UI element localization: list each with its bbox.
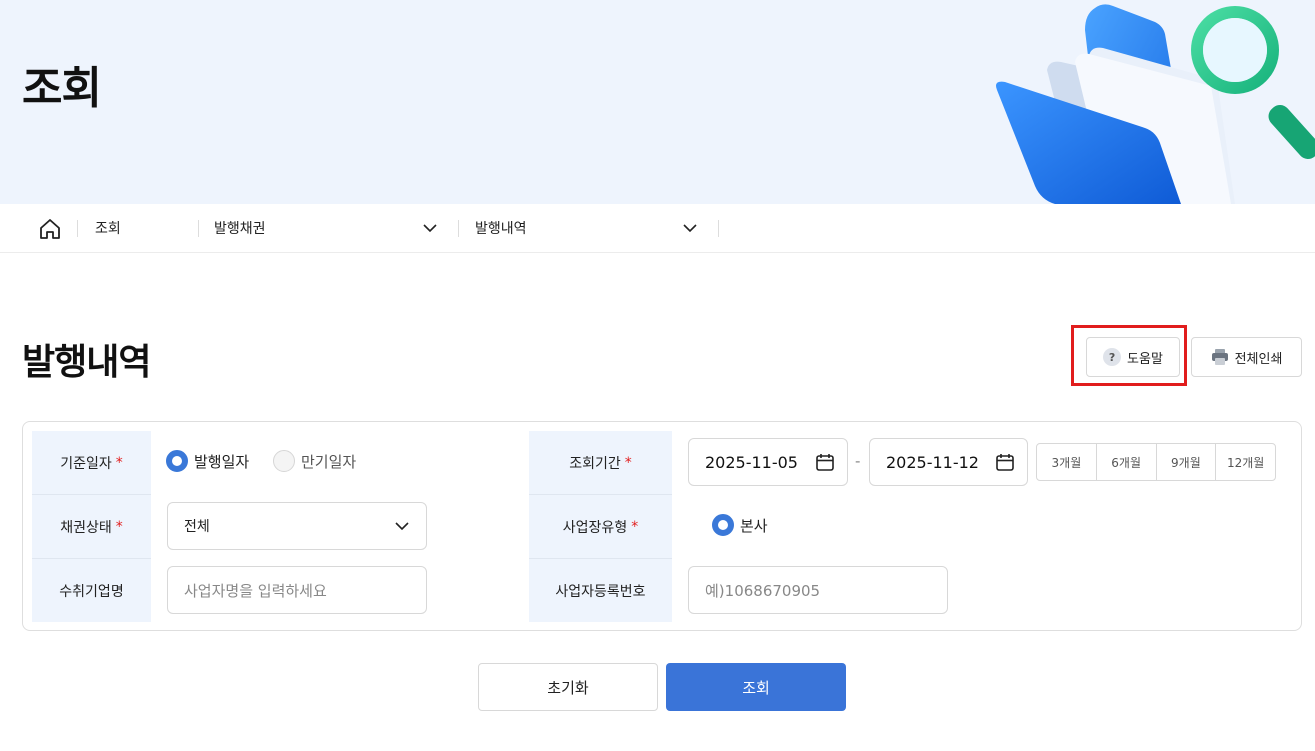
- radio-head-office[interactable]: 본사: [712, 514, 768, 536]
- chevron-down-icon[interactable]: [422, 220, 438, 236]
- recipient-company-input[interactable]: 사업자명을 입력하세요: [167, 566, 427, 614]
- breadcrumb-divider: [458, 220, 459, 237]
- bond-status-select[interactable]: 전체: [167, 502, 427, 550]
- row-divider: [529, 558, 672, 559]
- page-title: 발행내역: [22, 342, 151, 383]
- row-divider: [529, 494, 672, 495]
- hero-banner: 조회: [0, 0, 1315, 204]
- breadcrumb-item-inquiry[interactable]: 조회: [95, 218, 121, 238]
- row-divider: [32, 558, 151, 559]
- calendar-icon[interactable]: [995, 452, 1015, 472]
- print-all-button-label: 전체인쇄: [1234, 351, 1283, 367]
- radio-issue-date[interactable]: 발행일자: [166, 450, 249, 472]
- period-3-months-button[interactable]: 3개월: [1037, 444, 1097, 480]
- breadcrumb-divider: [718, 220, 719, 237]
- period-12-months-button[interactable]: 12개월: [1216, 444, 1275, 480]
- reset-button[interactable]: 초기화: [478, 663, 658, 711]
- radio-selected-icon: [166, 450, 188, 472]
- breadcrumb: 조회 발행채권 발행내역: [0, 204, 1315, 253]
- period-6-months-button[interactable]: 6개월: [1097, 444, 1157, 480]
- recipient-company-label: 수취기업명: [32, 559, 151, 622]
- calendar-icon[interactable]: [815, 452, 835, 472]
- home-icon[interactable]: [38, 218, 62, 240]
- print-all-button[interactable]: 전체인쇄: [1191, 337, 1302, 377]
- hero-title: 조회: [22, 63, 102, 114]
- breadcrumb-divider: [77, 220, 78, 237]
- business-type-label: 사업장유형 *: [529, 495, 672, 558]
- folder-magnifier-illustration: [996, 4, 1315, 204]
- business-number-input[interactable]: 예)1068670905: [688, 566, 948, 614]
- period-start-date[interactable]: 2025-11-05: [688, 438, 848, 486]
- radio-unselected-icon: [273, 450, 295, 472]
- business-number-label: 사업자등록번호: [529, 559, 672, 622]
- search-button[interactable]: 조회: [666, 663, 846, 711]
- radio-selected-icon: [712, 514, 734, 536]
- breadcrumb-item-issued-bonds[interactable]: 발행채권: [214, 218, 266, 238]
- quick-period-group: 3개월 6개월 9개월 12개월: [1036, 443, 1276, 481]
- period-label: 조회기간 *: [529, 431, 672, 494]
- highlight-box: [1071, 325, 1187, 386]
- period-end-date[interactable]: 2025-11-12: [869, 438, 1028, 486]
- printer-icon: [1211, 349, 1228, 365]
- chevron-down-icon: [395, 522, 409, 531]
- chevron-down-icon[interactable]: [682, 220, 698, 236]
- breadcrumb-item-issue-history[interactable]: 발행내역: [475, 218, 527, 238]
- row-divider: [32, 494, 151, 495]
- breadcrumb-divider: [198, 220, 199, 237]
- base-date-label: 기준일자 *: [32, 431, 151, 494]
- period-9-months-button[interactable]: 9개월: [1157, 444, 1217, 480]
- bond-status-label: 채권상태 *: [32, 495, 151, 558]
- bond-status-value: 전체: [184, 519, 210, 535]
- date-range-separator: -: [855, 452, 861, 470]
- radio-maturity-date[interactable]: 만기일자: [273, 450, 356, 472]
